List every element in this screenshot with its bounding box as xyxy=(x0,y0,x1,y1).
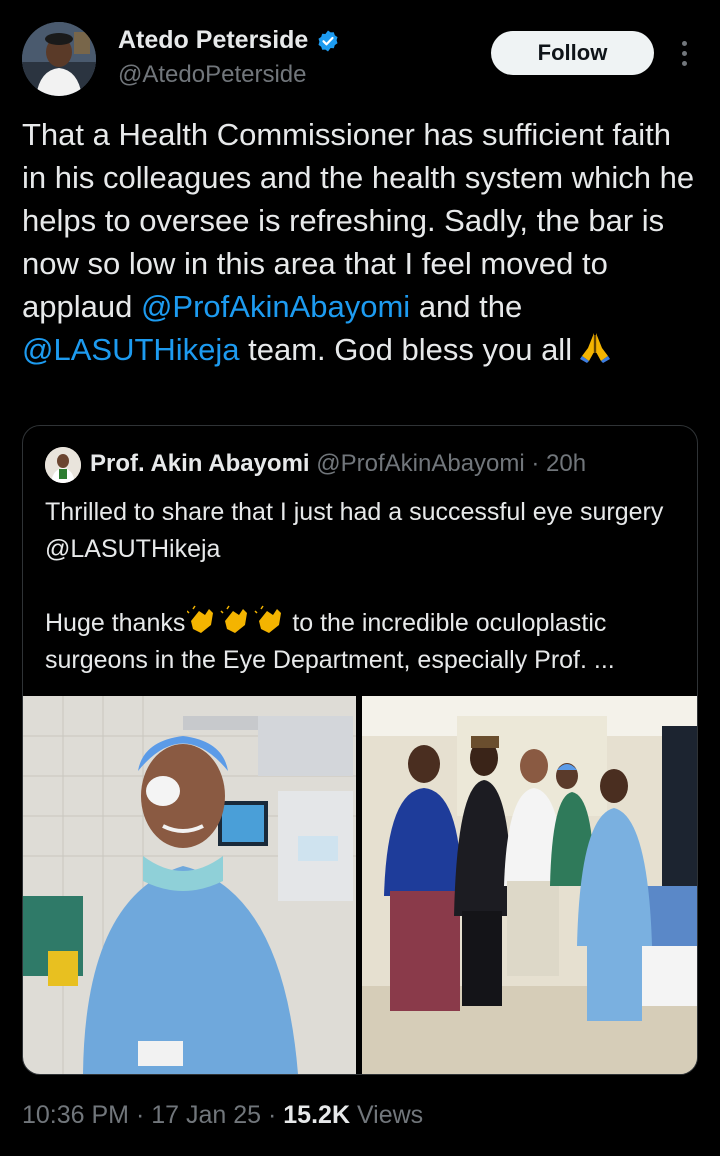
quoted-header: Prof. Akin Abayomi @ProfAkinAbayomi · 20… xyxy=(90,450,586,478)
avatar-image xyxy=(22,22,96,96)
tweet-date[interactable]: 17 Jan 25 xyxy=(151,1101,261,1129)
avatar-image xyxy=(45,447,81,483)
tweet-text-part: team. God bless you all xyxy=(239,332,573,367)
quoted-text: Thrilled to share that I just had a succ… xyxy=(45,494,685,679)
quoted-tweet-card[interactable]: Prof. Akin Abayomi @ProfAkinAbayomi · 20… xyxy=(22,425,698,1075)
quoted-text-line: Thrilled to share that I just had a succ… xyxy=(45,498,664,563)
quoted-text-part: Huge thanks xyxy=(45,609,186,637)
quoted-author-avatar[interactable] xyxy=(45,447,81,483)
dot xyxy=(681,60,687,66)
follow-button[interactable]: Follow xyxy=(491,31,654,75)
photo-medical-team-group xyxy=(362,696,697,1074)
tweet-time[interactable]: 10:36 PM xyxy=(22,1101,129,1129)
author-name[interactable]: Atedo Peterside xyxy=(118,26,308,55)
mention-link[interactable]: @LASUTHikeja xyxy=(22,332,240,367)
tweet-text-part: and the xyxy=(410,289,523,324)
quoted-media-photo[interactable] xyxy=(23,696,356,1074)
separator: · xyxy=(129,1101,152,1129)
views-label: Views xyxy=(350,1101,424,1129)
quoted-author-name[interactable]: Prof. Akin Abayomi xyxy=(90,450,310,477)
folded-hands-icon xyxy=(580,333,611,363)
mention-link[interactable]: @ProfAkinAbayomi xyxy=(141,289,410,324)
dot xyxy=(681,50,687,56)
dot xyxy=(681,40,687,46)
author-name-row[interactable]: Atedo Peterside xyxy=(118,26,340,55)
tweet-meta: 10:36 PM · 17 Jan 25 · 15.2K Views xyxy=(22,1101,423,1130)
quoted-author-handle[interactable]: @ProfAkinAbayomi xyxy=(316,450,524,477)
views-count[interactable]: 15.2K xyxy=(283,1101,350,1129)
verified-badge-icon xyxy=(318,30,338,51)
quoted-time[interactable]: 20h xyxy=(546,450,586,477)
photo-patient-with-eye-patch xyxy=(23,696,356,1074)
separator: · xyxy=(261,1101,284,1129)
quoted-text-line: Huge thanks to the incredible oculoplast… xyxy=(45,605,685,679)
more-options-icon[interactable] xyxy=(672,36,696,70)
quoted-media-photo[interactable] xyxy=(362,696,697,1074)
author-avatar[interactable] xyxy=(22,22,96,96)
separator: · xyxy=(524,450,547,477)
tweet-text: That a Health Commissioner has sufficien… xyxy=(22,113,702,371)
author-handle[interactable]: @AtedoPeterside xyxy=(118,61,306,89)
clapping-hands-icon xyxy=(187,605,282,633)
